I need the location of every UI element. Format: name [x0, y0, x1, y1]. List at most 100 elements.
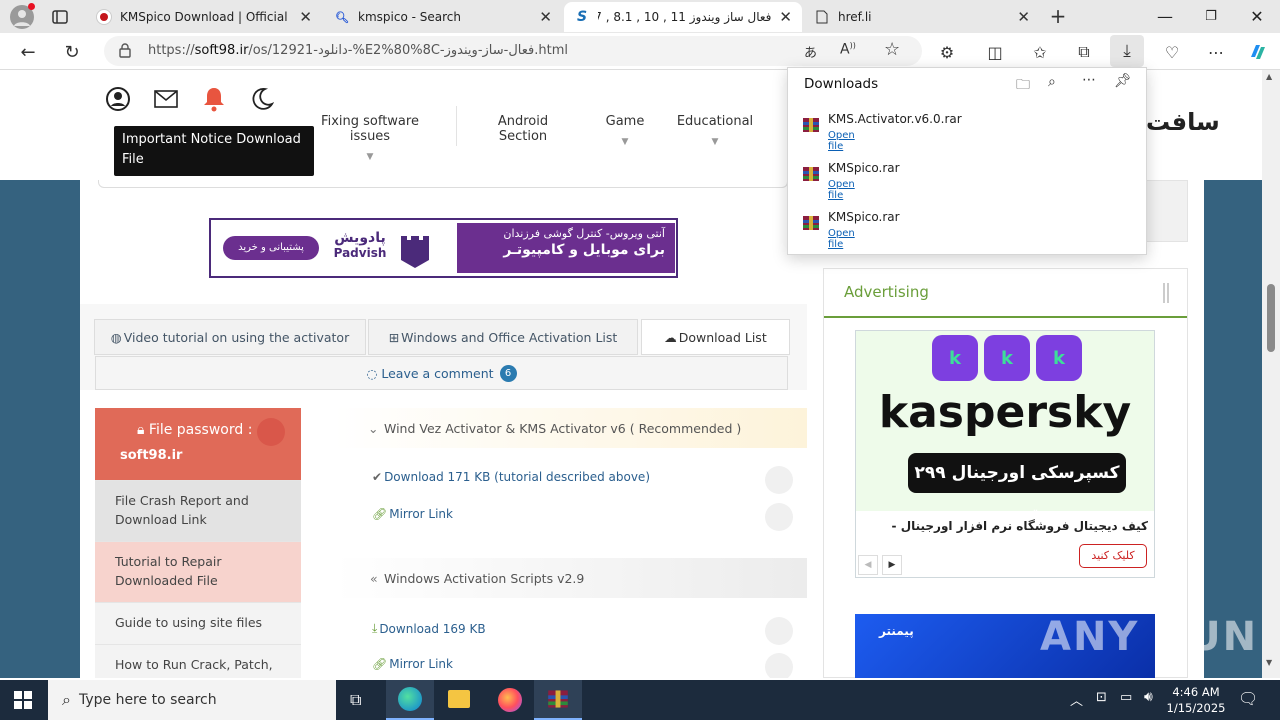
section-header-activation-scripts[interactable]: « Windows Activation Scripts v2.9 — [334, 558, 807, 598]
notification-center-icon[interactable]: 🗨︎ — [1238, 689, 1258, 708]
winrar-taskbar-icon[interactable] — [534, 680, 582, 720]
read-aloud-icon[interactable]: A)) — [840, 41, 856, 58]
kaspersky-ad-visual: k k k kaspersky کسپرسکی اورجینال ۲۹۹ توم… — [856, 331, 1154, 523]
download-link-kms[interactable]: ✔ Download 171 KB (tutorial described abo… — [372, 470, 650, 484]
tray-display-icon[interactable]: ▭ — [1120, 690, 1132, 705]
tray-network-icon[interactable]: ⊡ — [1096, 690, 1107, 705]
edge-taskbar-icon[interactable] — [386, 680, 434, 720]
open-file-link[interactable]: Open file — [828, 179, 855, 201]
more-menu-icon[interactable]: ⋯ — [1202, 38, 1230, 66]
tab-activation-list[interactable]: ⊞ Windows and Office Activation List — [368, 319, 638, 355]
page-scrollbar[interactable]: ▲ ▼ — [1262, 70, 1280, 678]
favorites-icon[interactable]: ✩ — [1026, 38, 1054, 66]
start-windows-icon[interactable] — [14, 691, 32, 713]
password-value: soft98.ir — [120, 448, 183, 463]
tab-video-tutorial[interactable]: ◍ Video tutorial on using the activator — [94, 319, 366, 355]
padvish-ad-banner[interactable]: آنتی ویروس- کنترل گوشی فرزندان برای موبا… — [209, 218, 678, 278]
close-window-button[interactable]: ✕ — [1234, 0, 1280, 33]
comment-bubble-icon: ◌ — [366, 365, 378, 381]
globe-icon: ◍ — [110, 329, 122, 345]
link-icon: 🔗︎ — [372, 507, 388, 521]
side-link-crash-report[interactable]: File Crash Report and Download Link — [95, 480, 301, 541]
collections-icon[interactable]: ⧉ — [1070, 38, 1098, 66]
mirror-action-dot[interactable] — [765, 653, 793, 678]
tab-soft98-activator[interactable]: S فعال ساز ویندوز 11 , 10 , 8.1 , 7 و آ … — [564, 2, 802, 32]
kaspersky-cta[interactable]: کلیک کنید — [1079, 544, 1147, 568]
close-tab-icon[interactable]: ✕ — [539, 8, 552, 26]
ad-prev-button[interactable]: ◀ — [858, 555, 878, 575]
close-tab-icon[interactable]: ✕ — [1017, 8, 1030, 26]
new-tab-button[interactable]: + — [1046, 4, 1070, 28]
tab-download-list[interactable]: ☁ Download List — [641, 319, 790, 355]
tray-volume-icon[interactable]: 🔊︎ — [1144, 689, 1153, 705]
site-logo[interactable]: سافت — [1146, 108, 1220, 136]
kaspersky-desc: کیف دیجیتال فروشگاه نرم افزار اورجینال - — [891, 519, 1148, 533]
open-folder-icon[interactable]: 🗀 — [1016, 74, 1030, 98]
comment-row[interactable]: ◌ Leave a comment 6 — [95, 356, 788, 390]
minimize-button[interactable]: — — [1142, 0, 1188, 33]
download-action-dot[interactable] — [765, 466, 793, 494]
split-screen-icon[interactable]: ◫ — [981, 38, 1009, 66]
mirror-link-kms[interactable]: 🔗︎ Mirror Link — [372, 507, 453, 521]
clock[interactable]: 4:46 AM 1/15/2025 — [1166, 684, 1226, 716]
kaspersky-ad[interactable]: k k k kaspersky کسپرسکی اورجینال ۲۹۹ توم… — [855, 330, 1155, 578]
notification-bell-icon[interactable] — [202, 86, 226, 116]
copilot-icon[interactable] — [1244, 38, 1272, 66]
browser-essentials-icon[interactable]: ♡ — [1158, 38, 1186, 66]
tooltip: Important Notice Download File — [114, 126, 314, 176]
lock-icon: 🔒︎ — [137, 422, 145, 438]
tab-href-li[interactable]: href.li ✕ — [804, 2, 1040, 32]
side-link-repair-tutorial[interactable]: Tutorial to Repair Downloaded File — [95, 541, 301, 602]
pin-icon[interactable]: 📌︎ — [1114, 73, 1132, 89]
scrollbar-thumb[interactable] — [1267, 284, 1275, 352]
open-file-link[interactable]: Open file — [828, 228, 855, 250]
windows-logo-icon: ⊞ — [388, 329, 400, 345]
copy-password-button[interactable] — [257, 418, 285, 446]
chevron-down-icon: ▼ — [711, 137, 719, 147]
tray-chevron-icon[interactable]: ︿ — [1070, 690, 1083, 709]
side-link-usage-guide[interactable]: Guide to using site files — [95, 602, 301, 644]
menu-android[interactable]: Android Section — [474, 114, 572, 144]
tab-actions-icon[interactable] — [50, 7, 70, 27]
downloads-icon[interactable]: ⤓ — [1110, 35, 1144, 67]
translate-icon[interactable]: あ — [804, 42, 817, 61]
ad-next-button[interactable]: ▶ — [882, 555, 902, 575]
url-input[interactable]: https://soft98.ir/os/12921-دانلود-%E2%80… — [104, 36, 922, 66]
back-arrow-icon[interactable]: ← — [14, 38, 42, 66]
favorite-star-icon[interactable]: ☆ — [884, 39, 900, 60]
task-view-icon[interactable]: ⧉ — [350, 690, 361, 710]
menu-game[interactable]: Game ▼ — [600, 114, 650, 147]
mirror-action-dot[interactable] — [765, 503, 793, 531]
close-tab-icon[interactable]: ✕ — [299, 8, 312, 26]
padvish-brand: پادویش Padvish — [333, 230, 387, 260]
scroll-down-arrow-icon[interactable]: ▼ — [1266, 658, 1272, 667]
menu-fixing-software[interactable]: Fixing software issues ▼ — [304, 114, 436, 162]
refresh-icon[interactable]: ↻ — [58, 38, 86, 66]
download-link-scripts[interactable]: ⤓ Download 169 KB — [372, 621, 486, 636]
section-header-kms-activator[interactable]: ⌄ Wind Vez Activator & KMS Activator v6 … — [334, 408, 807, 448]
close-tab-icon[interactable]: ✕ — [779, 8, 792, 26]
extensions-icon[interactable]: ⚙ — [933, 38, 961, 66]
cloud-download-icon: ☁ — [664, 329, 677, 345]
taskbar-search-box[interactable]: ⌕ Type here to search — [48, 680, 336, 720]
more-options-icon[interactable]: ⋯ — [1082, 72, 1096, 88]
open-file-link[interactable]: Open file — [828, 130, 855, 152]
padvish-cta-button[interactable]: پشتیبانی و خرید — [223, 236, 319, 260]
user-account-icon[interactable] — [106, 87, 130, 115]
file-explorer-icon[interactable] — [448, 690, 470, 708]
address-bar-row: ← ↻ https://soft98.ir/os/12921-دانلود-%E… — [0, 33, 1280, 70]
profile-avatar-icon[interactable] — [10, 3, 35, 29]
side-link-run-crack[interactable]: How to Run Crack, Patch, — [95, 644, 301, 678]
mirror-link-scripts[interactable]: 🔗︎ Mirror Link — [372, 657, 453, 671]
scroll-up-arrow-icon[interactable]: ▲ — [1266, 72, 1272, 81]
search-downloads-icon[interactable]: ⌕ — [1048, 74, 1056, 90]
restore-button[interactable]: ❐ — [1188, 0, 1234, 33]
tab-kmspico-search[interactable]: 🔍︎ kmspico - Search ✕ — [324, 2, 562, 32]
download-action-dot[interactable] — [765, 617, 793, 645]
mail-icon[interactable] — [154, 89, 178, 113]
firefox-icon[interactable] — [498, 688, 522, 712]
menu-educational[interactable]: Educational ▼ — [676, 114, 754, 147]
tab-kmspico-official[interactable]: KMSpico Download | Official KM ✕ — [86, 2, 322, 32]
dark-mode-moon-icon[interactable] — [250, 86, 275, 116]
menu-divider — [456, 106, 457, 146]
